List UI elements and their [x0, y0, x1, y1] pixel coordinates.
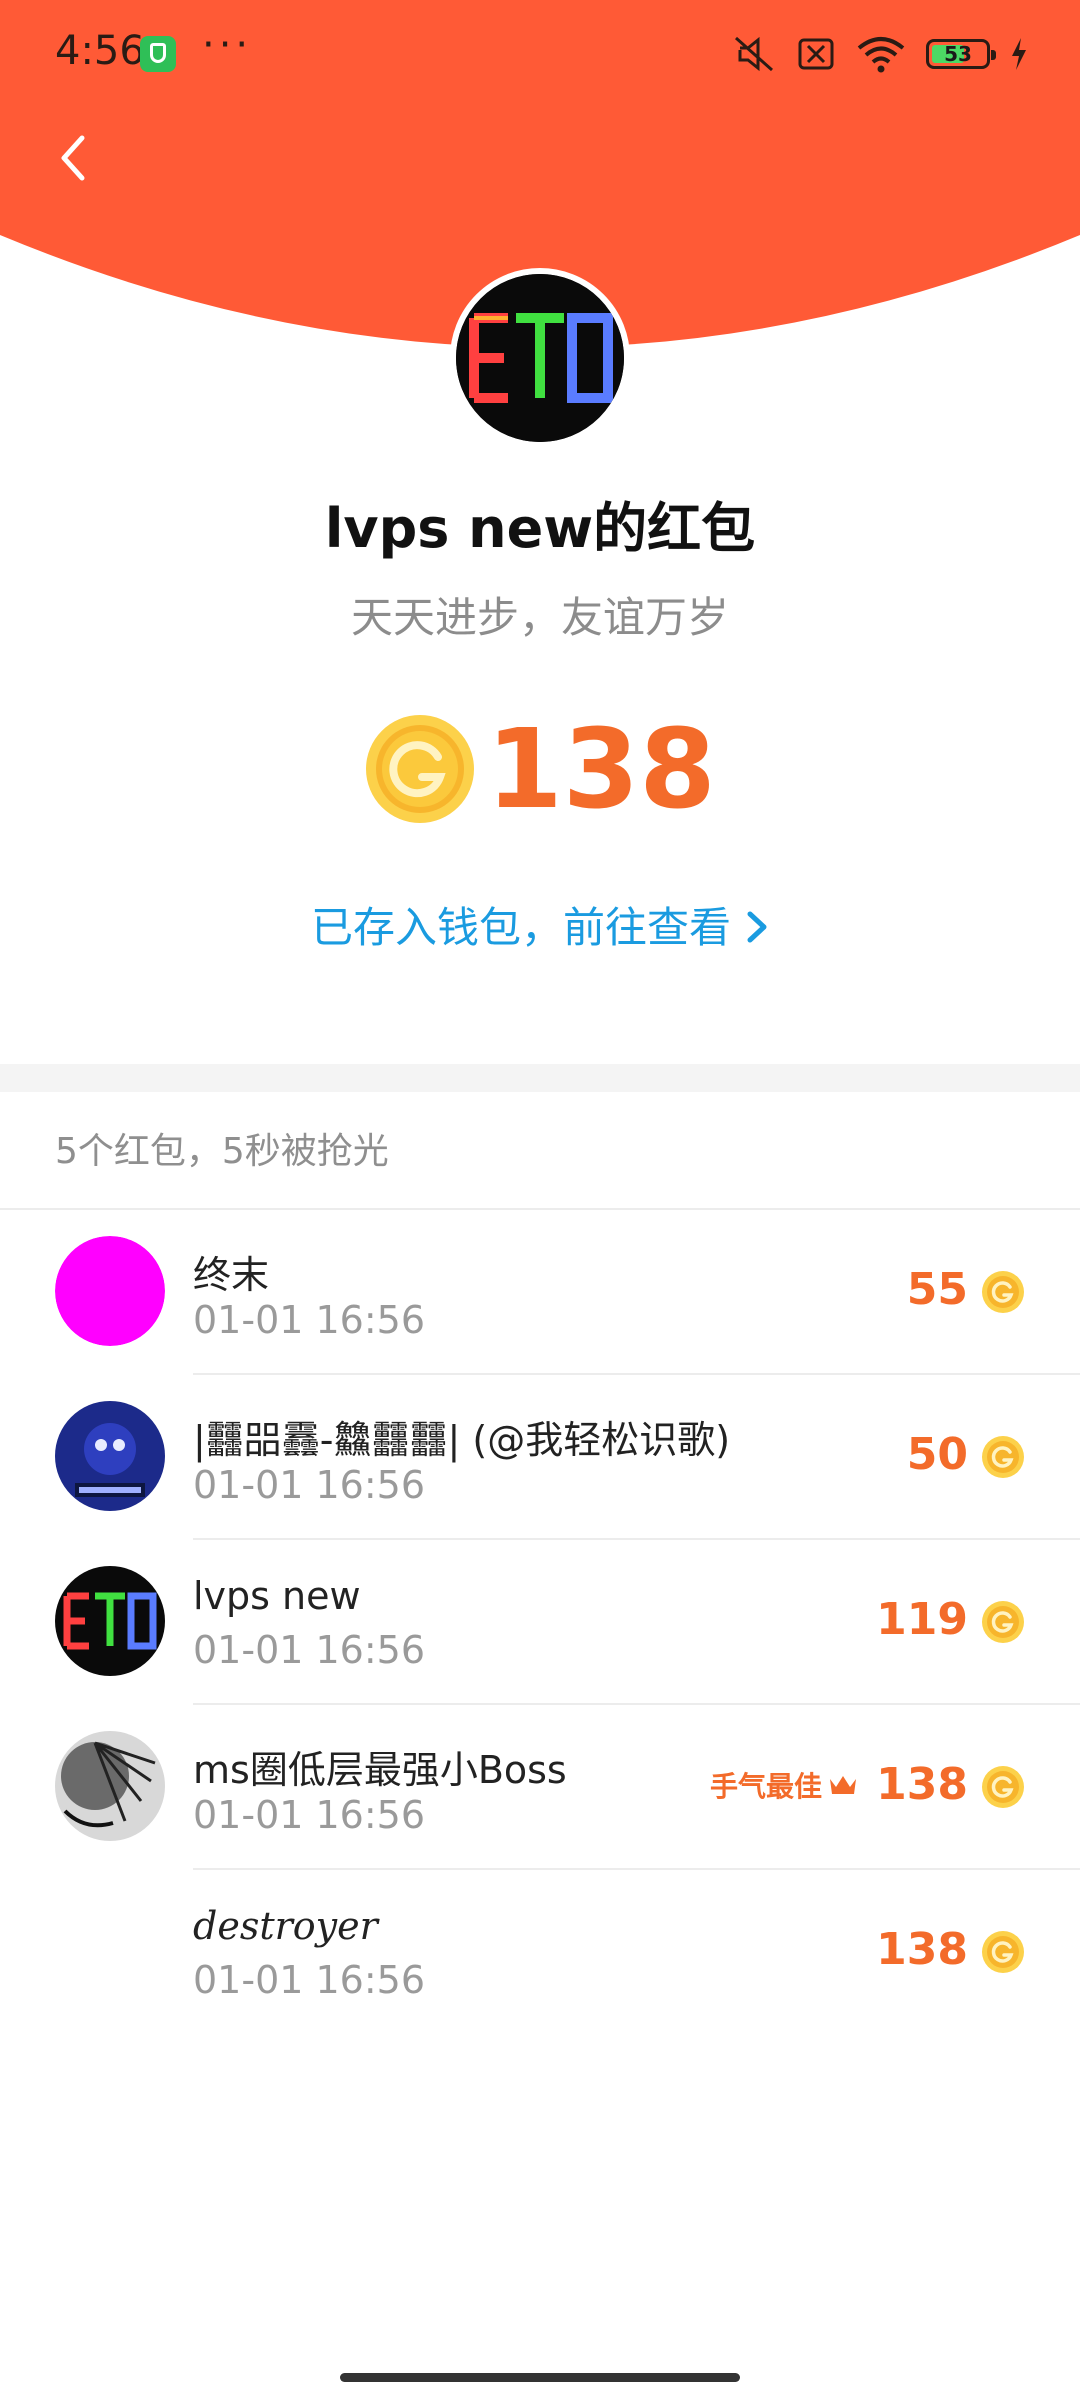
record-name: |䨻㗊䨺-䲜䨻䨻| (@我轻松识歌)	[193, 1418, 731, 1462]
record-amount: 138	[876, 1759, 968, 1810]
wallet-link-label: 已存入钱包，前往查看	[310, 903, 731, 952]
crown-icon	[830, 1776, 856, 1794]
coin-icon	[982, 1601, 1024, 1643]
back-button[interactable]	[48, 130, 104, 186]
record-name: ms圈低层最强小Boss	[193, 1748, 567, 1792]
packet-title: lvps new的红包	[324, 497, 756, 560]
coin-icon	[982, 1766, 1024, 1808]
record-time: 01-01 16:56	[193, 1463, 426, 1507]
avatar[interactable]	[55, 1566, 165, 1676]
records-list: 终末 01-01 16:56 55 |䨻㗊䨺-䲜䨻䨻| (@我轻松识歌) 01-…	[0, 1210, 1080, 2035]
best-luck-badge: 手气最佳	[710, 1765, 858, 1805]
sender-avatar[interactable]	[450, 268, 630, 448]
record-amount: 138	[876, 1924, 968, 1975]
coin-icon	[982, 1931, 1024, 1973]
mute-icon	[735, 36, 773, 72]
received-amount: 138	[0, 704, 1080, 834]
record-time: 01-01 16:56	[193, 1958, 426, 2002]
coin-icon	[982, 1436, 1024, 1478]
home-indicator[interactable]	[340, 2373, 740, 2382]
battery-icon: 53	[926, 39, 996, 69]
record-amount: 50	[906, 1429, 968, 1480]
eto-logo-icon	[456, 274, 624, 442]
avatar[interactable]	[55, 1236, 165, 1346]
list-item[interactable]: ms圈低层最强小Boss 01-01 16:56 手气最佳 138	[0, 1705, 1080, 1870]
amount-value: 138	[486, 705, 716, 833]
more-notifications-icon: ···	[202, 22, 253, 68]
best-luck-label: 手气最佳	[709, 1770, 822, 1803]
charging-icon	[1012, 38, 1026, 70]
chevron-right-icon	[745, 906, 769, 955]
battery-level: 53	[944, 42, 972, 66]
list-item[interactable]: 终末 01-01 16:56 55	[0, 1210, 1080, 1375]
status-time: 4:56	[55, 28, 145, 74]
record-amount: 119	[876, 1594, 968, 1645]
no-sim-icon	[798, 38, 834, 70]
section-divider	[0, 1064, 1080, 1092]
record-time: 01-01 16:56	[193, 1298, 426, 1342]
view-wallet-link[interactable]: 已存入钱包，前往查看	[0, 894, 1080, 955]
record-name: destroyer	[193, 1904, 378, 1948]
record-amount: 55	[906, 1264, 968, 1315]
avatar[interactable]	[55, 1731, 165, 1841]
list-item[interactable]: lvps new 01-01 16:56 119	[0, 1540, 1080, 1705]
list-item[interactable]: destroyer 01-01 16:56 138	[0, 1870, 1080, 2035]
security-shield-icon	[140, 36, 176, 72]
coin-icon	[366, 715, 475, 823]
avatar[interactable]	[55, 1401, 165, 1511]
packet-message: 天天进步，友谊万岁	[350, 593, 729, 642]
packet-summary: 5个红包，5秒被抢光	[55, 1131, 389, 1172]
record-name: lvps new	[193, 1574, 361, 1618]
chevron-left-icon	[61, 135, 85, 181]
status-bar: 4:56 ··· 53	[0, 0, 1080, 110]
record-name: 终末	[193, 1253, 270, 1297]
list-item[interactable]: |䨻㗊䨺-䲜䨻䨻| (@我轻松识歌) 01-01 16:56 50	[0, 1375, 1080, 1540]
record-time: 01-01 16:56	[193, 1628, 426, 1672]
record-time: 01-01 16:56	[193, 1793, 426, 1837]
coin-icon	[982, 1271, 1024, 1313]
wifi-icon	[857, 37, 905, 73]
